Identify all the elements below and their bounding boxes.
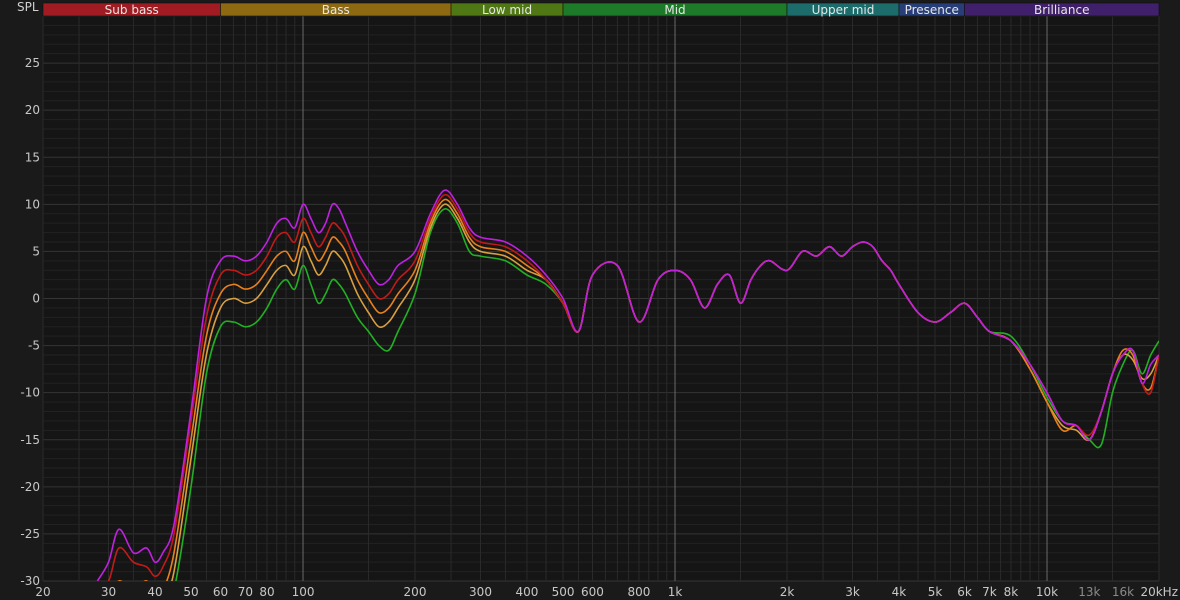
y-tick-label: -20 <box>20 480 40 494</box>
x-tick-label: 300 <box>469 585 492 599</box>
band-label: Mid <box>664 3 685 17</box>
x-tick-label: 3k <box>845 585 860 599</box>
x-tick-label: 2k <box>780 585 795 599</box>
x-tick-label: 13k <box>1078 585 1100 599</box>
x-tick-label: 8k <box>1004 585 1019 599</box>
y-tick-label: -25 <box>20 527 40 541</box>
y-tick-label: -10 <box>20 386 40 400</box>
y-tick-label: 5 <box>32 244 40 258</box>
x-tick-label: 16k <box>1112 585 1134 599</box>
frequency-bands: Sub bass Bass Low mid Mid Upper mid Presence B… <box>42 2 1160 17</box>
band-label: Presence <box>905 3 959 17</box>
y-axis-label: SPL <box>17 0 39 14</box>
band-label: Brilliance <box>1034 3 1089 17</box>
x-tick-label: 30 <box>101 585 116 599</box>
band-label: Sub bass <box>105 3 159 17</box>
x-tick-label: 800 <box>628 585 651 599</box>
y-tick-label: 25 <box>25 56 40 70</box>
x-tick-label: 40 <box>147 585 162 599</box>
x-tick-label: 500 <box>552 585 575 599</box>
x-tick-label: 10k <box>1036 585 1058 599</box>
x-tick-label: 400 <box>516 585 539 599</box>
x-tick-label: 100 <box>292 585 315 599</box>
frequency-response-chart: Sub bass Bass Low mid Mid Upper mid Presence B… <box>0 0 1180 600</box>
y-tick-label: 0 <box>32 292 40 306</box>
y-tick-label: 20 <box>25 103 40 117</box>
y-tick-label: -5 <box>28 339 40 353</box>
x-tick-label: 20 <box>35 585 50 599</box>
x-tick-label: 1k <box>668 585 683 599</box>
x-tick-label: 70 <box>238 585 253 599</box>
x-tick-label: 4k <box>892 585 907 599</box>
x-tick-label: 80 <box>259 585 274 599</box>
band-label: Upper mid <box>812 3 875 17</box>
x-tick-label: 60 <box>213 585 228 599</box>
x-tick-label: 6k <box>957 585 972 599</box>
band-label: Low mid <box>482 3 532 17</box>
x-tick-label: 50 <box>183 585 198 599</box>
band-label: Bass <box>322 3 350 17</box>
x-tick-label: 5k <box>928 585 943 599</box>
y-tick-label: -15 <box>20 433 40 447</box>
y-tick-label: 15 <box>25 150 40 164</box>
y-tick-label: 10 <box>25 197 40 211</box>
x-tick-label: 200 <box>404 585 427 599</box>
x-tick-label: 600 <box>581 585 604 599</box>
x-tick-label: 7k <box>982 585 997 599</box>
x-tick-label: 20kHz <box>1140 585 1178 599</box>
